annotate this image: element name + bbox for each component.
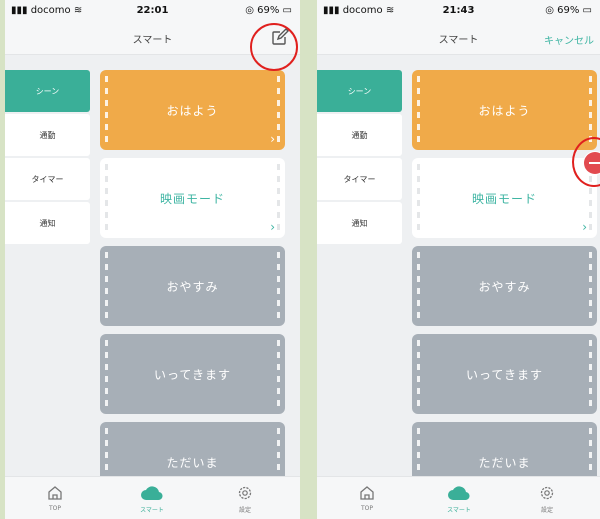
sidebar-item-commute[interactable]: 通勤 [5, 114, 90, 156]
tab-label: 設定 [540, 507, 553, 514]
tab-label: TOP [360, 505, 373, 512]
scene-card-label: 映画モード [471, 191, 537, 206]
scene-card-ittekimasu[interactable]: いってきます [412, 334, 597, 414]
sidebar-item-notify[interactable]: 通知 [5, 202, 90, 244]
scene-card-label: おはよう [166, 103, 219, 118]
gear-icon [517, 483, 577, 503]
tab-label: スマート [447, 507, 471, 514]
scene-card-ohayou[interactable]: おはよう › [100, 70, 285, 150]
sidebar-item-commute[interactable]: 通勤 [317, 114, 402, 156]
phone-screen-1: ▮▮▮ docomo ≋ 22:01 ◎ 69% ▭ スマート シーン 通勤 タ… [5, 0, 300, 519]
scene-card-oyasumi[interactable]: おやすみ [412, 246, 597, 326]
tab-label: スマート [140, 507, 164, 514]
chevron-right-icon: › [270, 220, 276, 234]
film-holes-decoration [589, 340, 592, 408]
scene-card-movie-mode[interactable]: 映画モード › [412, 158, 597, 238]
film-holes-decoration [105, 340, 108, 408]
tab-top[interactable]: TOP [25, 483, 85, 512]
scene-card-label: おはよう [478, 103, 531, 118]
film-holes-decoration [277, 340, 280, 408]
scene-card-label: ただいま [478, 455, 531, 470]
nav-bar: スマート キャンセル [317, 22, 600, 55]
gear-icon [215, 483, 275, 503]
category-sidebar: シーン 通勤 タイマー 通知 [317, 70, 402, 246]
film-holes-decoration [105, 164, 108, 232]
sidebar-item-scene[interactable]: シーン [5, 70, 90, 112]
film-holes-decoration [589, 252, 592, 320]
highlight-circle [250, 23, 298, 71]
battery-icon: ▭ [282, 5, 292, 16]
home-icon [25, 483, 85, 503]
scene-card-list: おはよう 映画モード › おやすみ いってきます ただいま [412, 70, 597, 510]
film-holes-decoration [277, 164, 280, 232]
scene-card-oyasumi[interactable]: おやすみ [100, 246, 285, 326]
sidebar-item-timer[interactable]: タイマー [5, 158, 90, 200]
status-bar: ▮▮▮ docomo ≋ 22:01 ◎ 69% ▭ [5, 0, 300, 22]
tab-bar: TOP スマート 設定 [5, 476, 300, 519]
scene-card-label: いってきます [465, 367, 544, 382]
film-holes-decoration [417, 340, 420, 408]
cloud-icon [429, 483, 489, 503]
scene-card-label: おやすみ [478, 279, 531, 294]
phone-screen-2: ▮▮▮ docomo ≋ 21:43 ◎ 69% ▭ スマート キャンセル シー… [317, 0, 600, 519]
film-holes-decoration [589, 76, 592, 144]
home-icon [337, 483, 397, 503]
battery-indicator: ◎ 69% ▭ [245, 5, 292, 16]
tab-label: TOP [48, 505, 61, 512]
film-holes-decoration [417, 164, 420, 232]
scene-card-list: おはよう › 映画モード › おやすみ いってきます ただいま [100, 70, 285, 510]
scene-card-ittekimasu[interactable]: いってきます [100, 334, 285, 414]
battery-indicator: ◎ 69% ▭ [545, 5, 592, 16]
category-sidebar: シーン 通勤 タイマー 通知 [5, 70, 90, 246]
tab-settings[interactable]: 設定 [517, 483, 577, 514]
cloud-icon [122, 483, 182, 503]
scene-card-label: いってきます [153, 367, 232, 382]
cancel-button[interactable]: キャンセル [544, 32, 594, 47]
tab-bar: TOP スマート 設定 [317, 476, 600, 519]
film-holes-decoration [105, 76, 108, 144]
tab-smart[interactable]: スマート [429, 483, 489, 514]
scene-card-label: おやすみ [166, 279, 219, 294]
film-holes-decoration [417, 76, 420, 144]
film-holes-decoration [277, 252, 280, 320]
tab-top[interactable]: TOP [337, 483, 397, 512]
scene-card-movie-mode[interactable]: 映画モード › [100, 158, 285, 238]
scene-card-label: ただいま [166, 455, 219, 470]
chevron-right-icon: › [582, 220, 588, 234]
film-holes-decoration [277, 76, 280, 144]
tab-label: 設定 [238, 507, 251, 514]
scene-card-ohayou[interactable]: おはよう [412, 70, 597, 150]
scene-card-label: 映画モード [159, 191, 225, 206]
chevron-right-icon: › [270, 132, 276, 146]
tab-settings[interactable]: 設定 [215, 483, 275, 514]
sidebar-item-notify[interactable]: 通知 [317, 202, 402, 244]
sidebar-item-scene[interactable]: シーン [317, 70, 402, 112]
status-bar: ▮▮▮ docomo ≋ 21:43 ◎ 69% ▭ [317, 0, 600, 22]
tab-smart[interactable]: スマート [122, 483, 182, 514]
alarm-icon: ◎ [245, 5, 254, 16]
battery-icon: ▭ [582, 5, 592, 16]
sidebar-item-timer[interactable]: タイマー [317, 158, 402, 200]
film-holes-decoration [105, 252, 108, 320]
film-holes-decoration [417, 252, 420, 320]
alarm-icon: ◎ [545, 5, 554, 16]
